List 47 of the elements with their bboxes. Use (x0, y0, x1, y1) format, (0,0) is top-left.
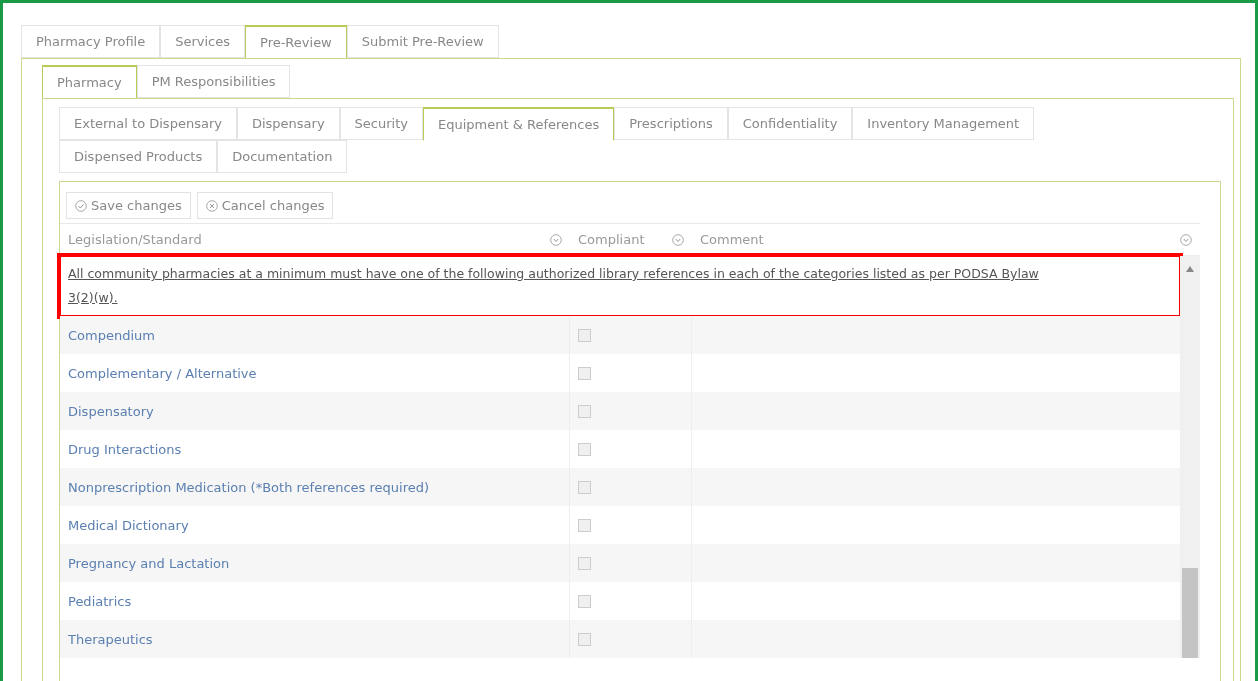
section-tab[interactable]: External to Dispensary (59, 107, 237, 140)
column-header: Legislation/Standard (68, 232, 202, 247)
compliant-checkbox[interactable] (578, 328, 591, 342)
column-menu-icon[interactable] (672, 233, 684, 246)
table-cell: Therapeutics (68, 631, 153, 647)
main-tab[interactable]: Services (160, 25, 245, 58)
scroll-thumb[interactable] (1182, 568, 1198, 658)
compliant-checkbox[interactable] (578, 518, 591, 532)
table-cell: Compendium (68, 327, 155, 343)
close-icon (205, 199, 218, 212)
scrollbar[interactable] (1180, 256, 1200, 658)
main-tab[interactable]: Pre-Review (245, 25, 347, 59)
compliant-checkbox[interactable] (578, 404, 591, 418)
column-menu-icon[interactable] (550, 233, 562, 246)
table-cell: Pediatrics (68, 593, 132, 609)
scroll-up-icon[interactable] (1186, 266, 1194, 272)
table-cell: Medical Dictionary (68, 517, 189, 533)
compliant-checkbox[interactable] (578, 480, 591, 494)
save-button[interactable]: Save changes (66, 192, 191, 219)
table-cell: Pregnancy and Lactation (68, 555, 230, 571)
cancel-button[interactable]: Cancel changes (196, 192, 334, 219)
compliant-checkbox[interactable] (578, 632, 591, 646)
legislation-note[interactable]: All community pharmacies at a minimum must have one of the following authorized library references in each of the categories listed as per PODSA Bylaw 3(2)(w). (60, 256, 1180, 316)
section-tab[interactable]: Documentation (217, 140, 348, 173)
compliant-checkbox[interactable] (578, 366, 591, 380)
table-cell: Nonprescription Medication (*Both references required) (68, 479, 430, 495)
section-tab[interactable]: Confidentiality (727, 107, 853, 140)
table-cell: Complementary / Alternative (68, 365, 257, 381)
sub-tab[interactable]: PM Responsibilities (136, 65, 291, 98)
column-header: Compliant (578, 232, 645, 247)
compliant-checkbox[interactable] (578, 442, 591, 456)
table-cell: Drug Interactions (68, 441, 182, 457)
compliant-checkbox[interactable] (578, 594, 591, 608)
column-menu-icon[interactable] (1180, 233, 1192, 246)
section-tab[interactable]: Prescriptions (614, 107, 728, 140)
main-tab[interactable]: Submit Pre-Review (346, 25, 499, 58)
main-tab[interactable]: Pharmacy Profile (21, 25, 161, 58)
column-header: Comment (700, 232, 764, 247)
compliant-checkbox[interactable] (578, 556, 591, 570)
check-icon (75, 199, 87, 212)
section-tab[interactable]: Dispensary (236, 107, 340, 140)
table-cell: Dispensatory (68, 403, 154, 419)
section-tab[interactable]: Dispensed Products (59, 140, 218, 173)
section-tab[interactable]: Inventory Management (852, 107, 1035, 140)
section-tab[interactable]: Equipment & References (423, 107, 615, 141)
section-tab[interactable]: Security (339, 107, 423, 140)
sub-tab[interactable]: Pharmacy (42, 65, 137, 99)
